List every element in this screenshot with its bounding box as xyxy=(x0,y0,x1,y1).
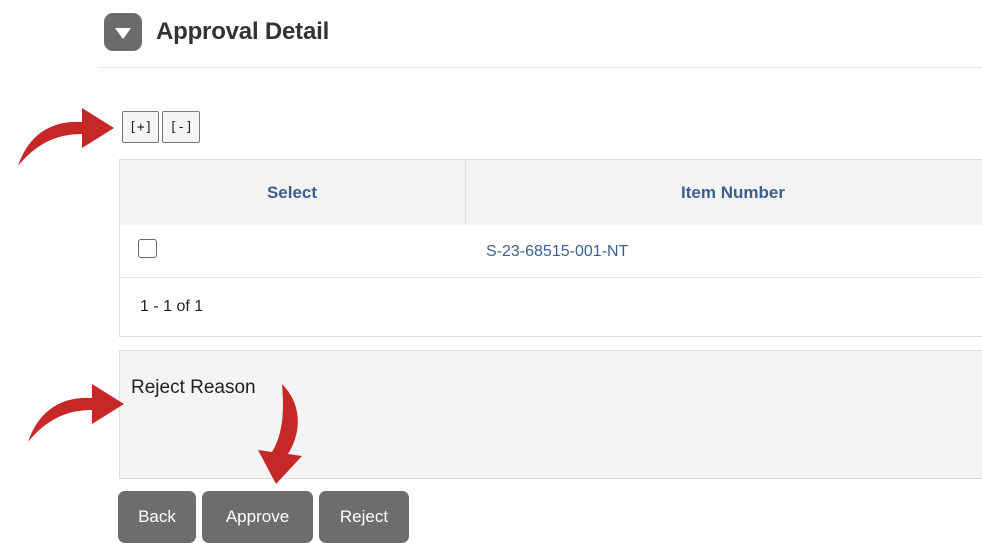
reject-button[interactable]: Reject xyxy=(319,491,409,543)
table-row: S-23-68515-001-NT xyxy=(120,225,982,278)
action-bar: Back Approve Reject xyxy=(118,491,409,543)
expand-collapse-group: [+] [-] xyxy=(122,111,200,143)
header-divider xyxy=(98,67,982,68)
page-header: Approval Detail xyxy=(104,12,329,52)
collapse-all-button[interactable]: [-] xyxy=(162,111,200,143)
approve-button[interactable]: Approve xyxy=(202,491,313,543)
chevron-down-icon xyxy=(115,28,131,39)
annotation-arrow-icon xyxy=(28,384,124,442)
expand-all-button[interactable]: [+] xyxy=(122,111,160,143)
item-number-link[interactable]: S-23-68515-001-NT xyxy=(486,243,628,261)
pager-info: 1 - 1 of 1 xyxy=(140,298,204,315)
column-header-item-number[interactable]: Item Number xyxy=(465,160,982,225)
section-toggle-button[interactable] xyxy=(104,13,142,51)
column-header-select[interactable]: Select xyxy=(120,160,464,225)
annotation-arrow-icon xyxy=(18,108,114,166)
grid-header: Select Item Number xyxy=(120,160,982,226)
page-title: Approval Detail xyxy=(156,18,330,45)
annotation-arrow-icon xyxy=(258,384,302,484)
items-grid: Select Item Number S-23-68515-001-NT 1 -… xyxy=(119,159,982,337)
reject-reason-label: Reject Reason xyxy=(131,377,256,398)
back-button[interactable]: Back xyxy=(118,491,196,543)
row-select-checkbox[interactable] xyxy=(138,239,157,258)
